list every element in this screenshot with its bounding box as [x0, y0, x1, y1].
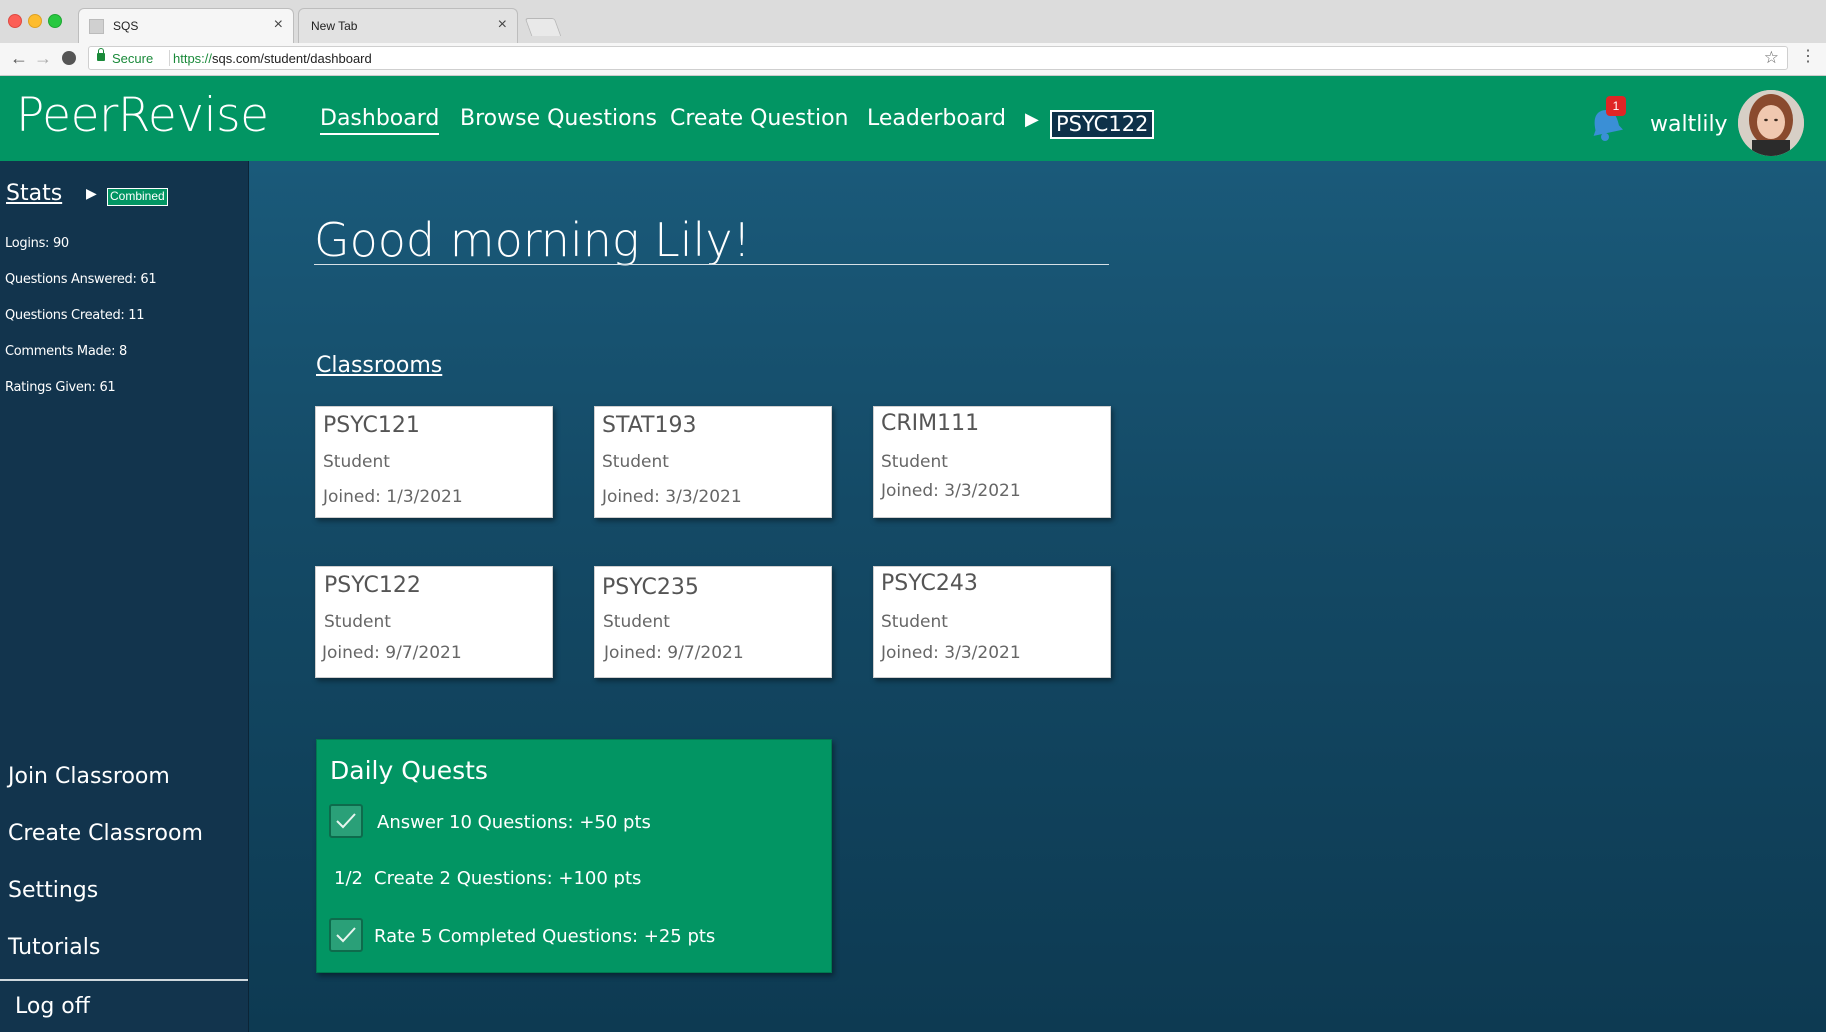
forward-arrow-icon[interactable]: → [34, 48, 52, 68]
classroom-code: PSYC235 [602, 575, 699, 600]
classroom-card[interactable]: PSYC121 Student Joined: 1/3/2021 [315, 406, 553, 518]
browser-tab-strip: SQS × New Tab × [0, 0, 1826, 44]
avatar-portrait [1738, 90, 1804, 156]
sidebar: Stats ▶ Combined Logins: 90 Questions An… [0, 161, 249, 1032]
sidebar-settings[interactable]: Settings [8, 878, 98, 903]
url-scheme: https:// [173, 51, 213, 66]
notification-count-badge: 1 [1606, 96, 1626, 116]
browser-tab-sqs[interactable]: SQS × [78, 8, 294, 43]
tab-close-icon[interactable]: × [274, 16, 283, 34]
stat-ratings-given: Ratings Given: 61 [5, 380, 116, 395]
play-arrow-icon: ▶ [86, 185, 97, 201]
classroom-card[interactable]: STAT193 Student Joined: 3/3/2021 [594, 406, 832, 518]
classroom-card[interactable]: CRIM111 Student Joined: 3/3/2021 [873, 406, 1111, 518]
new-tab-button[interactable] [524, 18, 562, 36]
security-label: Secure [112, 51, 154, 66]
window-close-button[interactable] [8, 14, 22, 28]
classroom-joined-date: Joined: 9/7/2021 [604, 643, 744, 663]
stats-title[interactable]: Stats [6, 181, 62, 206]
stat-questions-answered: Questions Answered: 61 [5, 272, 157, 287]
classroom-joined-date: Joined: 1/3/2021 [323, 487, 463, 507]
url-text[interactable]: https://sqs.com/student/dashboard [173, 51, 372, 66]
classroom-code: PSYC121 [323, 413, 420, 438]
classroom-role: Student [324, 612, 391, 632]
classroom-role: Student [603, 612, 670, 632]
window-maximize-button[interactable] [48, 14, 62, 28]
app-header: PeerRevise Dashboard Browse Questions Cr… [0, 76, 1826, 161]
classroom-joined-date: Joined: 3/3/2021 [881, 481, 1021, 501]
main-content: Good morning Lily! Classrooms PSYC121 St… [249, 161, 1826, 1032]
daily-quests-panel: Daily Quests Answer 10 Questions: +50 pt… [316, 739, 832, 973]
tab-title: SQS [113, 19, 139, 33]
classroom-code: PSYC122 [324, 573, 421, 598]
classroom-code: STAT193 [602, 413, 697, 438]
classroom-code: PSYC243 [881, 571, 978, 596]
url-path: sqs.com/student/dashboard [212, 51, 372, 66]
address-separator [169, 50, 170, 66]
nav-create-question[interactable]: Create Question [670, 106, 849, 131]
stats-filter-selector[interactable]: Combined [107, 188, 168, 206]
lock-icon [97, 48, 105, 61]
current-course-selector[interactable]: PSYC122 [1050, 110, 1155, 139]
classroom-role: Student [602, 452, 669, 472]
nav-dashboard[interactable]: Dashboard [320, 106, 440, 135]
tab-title: New Tab [311, 19, 358, 33]
user-avatar[interactable] [1738, 90, 1804, 156]
back-arrow-icon[interactable]: ← [10, 48, 28, 68]
quest-text: Create 2 Questions: +100 pts [374, 868, 642, 889]
stat-logins: Logins: 90 [5, 236, 69, 251]
window-minimize-button[interactable] [28, 14, 42, 28]
browser-toolbar: ← → Secure https://sqs.com/student/dashb… [0, 43, 1826, 76]
tab-close-icon[interactable]: × [498, 16, 507, 34]
browser-tab-new[interactable]: New Tab × [298, 8, 518, 43]
classroom-role: Student [881, 612, 948, 632]
classrooms-heading[interactable]: Classrooms [316, 353, 442, 378]
stat-questions-created: Questions Created: 11 [5, 308, 145, 323]
quest-progress: 1/2 [334, 868, 363, 889]
checkmark-icon [336, 927, 356, 943]
reload-icon[interactable] [62, 51, 76, 65]
greeting-heading: Good morning Lily! [314, 213, 751, 267]
stat-comments-made: Comments Made: 8 [5, 344, 128, 359]
browser-menu-icon[interactable]: ⋮ [1800, 49, 1816, 65]
greeting-underline [314, 264, 1109, 265]
sidebar-divider [0, 979, 248, 981]
page-favicon-icon [89, 19, 104, 34]
quest-text: Answer 10 Questions: +50 pts [377, 812, 651, 833]
sidebar-tutorials[interactable]: Tutorials [8, 935, 100, 960]
classroom-code: CRIM111 [881, 411, 980, 436]
checkmark-icon [336, 813, 356, 829]
quest-checkbox-checked[interactable] [329, 804, 363, 838]
nav-browse-questions[interactable]: Browse Questions [460, 106, 657, 131]
classroom-role: Student [881, 452, 948, 472]
classroom-card[interactable]: PSYC235 Student Joined: 9/7/2021 [594, 566, 832, 678]
nav-leaderboard[interactable]: Leaderboard [867, 106, 1006, 131]
quest-text: Rate 5 Completed Questions: +25 pts [374, 926, 716, 947]
username[interactable]: waltlily [1650, 112, 1728, 137]
classroom-card[interactable]: PSYC243 Student Joined: 3/3/2021 [873, 566, 1111, 678]
quest-checkbox-checked[interactable] [329, 918, 363, 952]
classroom-joined-date: Joined: 3/3/2021 [602, 487, 742, 507]
sidebar-create-classroom[interactable]: Create Classroom [8, 821, 203, 846]
bookmark-star-icon[interactable]: ☆ [1764, 48, 1779, 68]
app-logo[interactable]: PeerRevise [16, 88, 269, 143]
sidebar-log-off[interactable]: Log off [15, 994, 90, 1019]
classroom-role: Student [323, 452, 390, 472]
address-bar[interactable]: Secure https://sqs.com/student/dashboard… [88, 46, 1788, 70]
play-arrow-icon: ▶ [1025, 109, 1039, 129]
classroom-card[interactable]: PSYC122 Student Joined: 9/7/2021 [315, 566, 553, 678]
daily-quests-title: Daily Quests [330, 756, 488, 785]
sidebar-join-classroom[interactable]: Join Classroom [8, 764, 170, 789]
classroom-joined-date: Joined: 3/3/2021 [881, 643, 1021, 663]
classroom-joined-date: Joined: 9/7/2021 [322, 643, 462, 663]
